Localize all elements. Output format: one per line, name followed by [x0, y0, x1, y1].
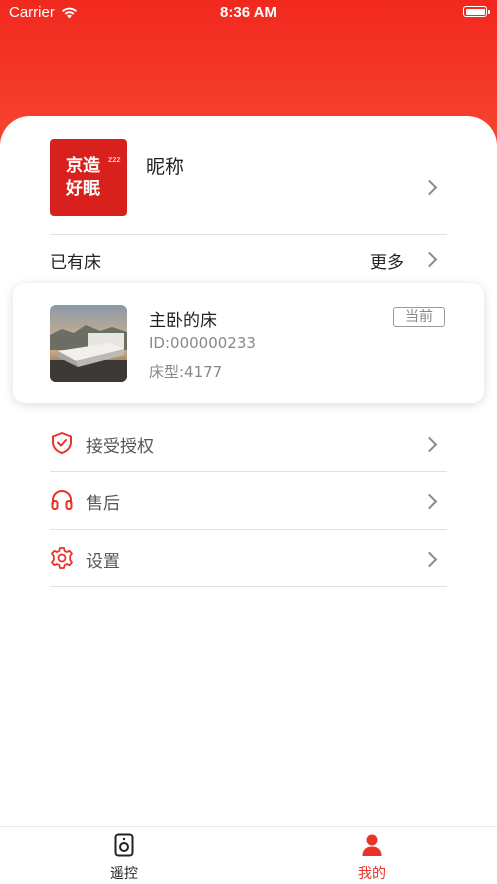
tab-mine[interactable]: 我的 — [312, 827, 432, 884]
menu-item-after-sales[interactable]: 售后 — [50, 472, 447, 529]
shield-check-icon — [52, 432, 72, 454]
logo-text-line2: 好眠 — [66, 179, 100, 199]
remote-speaker-icon — [114, 833, 134, 857]
status-time: 8:36 AM — [220, 4, 277, 21]
tab-remote[interactable]: 遥控 — [64, 827, 184, 884]
tab-label-mine: 我的 — [358, 866, 386, 882]
menu-label-accept-authorization: 接受授权 — [86, 437, 154, 457]
status-bar: Carrier 8:36 AM — [0, 0, 497, 26]
divider — [50, 586, 447, 587]
chevron-right-icon — [421, 551, 438, 568]
bed-model: 床型:4177 — [149, 363, 223, 381]
divider — [50, 234, 447, 235]
bed-thumbnail — [50, 305, 127, 382]
gear-icon — [51, 547, 73, 569]
brand-logo-avatar[interactable]: 京造 好眠 zzz — [50, 139, 127, 216]
nickname[interactable]: 昵称 — [146, 152, 184, 179]
menu-item-settings[interactable]: 设置 — [50, 530, 447, 587]
menu-label-after-sales: 售后 — [86, 494, 120, 514]
bed-card[interactable]: 主卧的床 ID:000000233 床型:4177 当前 — [13, 283, 484, 403]
menu-item-accept-authorization[interactable]: 接受授权 — [50, 415, 447, 472]
bed-photo-image — [50, 305, 127, 382]
bed-id: ID:000000233 — [149, 334, 256, 352]
tab-bar: 遥控 我的 — [0, 826, 497, 884]
battery-icon — [463, 6, 490, 17]
bed-name: 主卧的床 — [149, 311, 217, 331]
headphones-icon — [51, 490, 73, 510]
current-bed-badge: 当前 — [393, 307, 445, 327]
chevron-right-icon — [421, 493, 438, 510]
chevron-right-icon — [421, 436, 438, 453]
more-beds-link[interactable]: 更多 — [370, 248, 404, 273]
menu-label-settings: 设置 — [86, 552, 120, 572]
logo-zz: zzz — [108, 155, 121, 164]
logo-text-line1: 京造 — [66, 156, 100, 176]
beds-section-title: 已有床 — [50, 253, 101, 273]
tab-label-remote: 遥控 — [110, 866, 138, 882]
person-icon — [362, 834, 382, 856]
